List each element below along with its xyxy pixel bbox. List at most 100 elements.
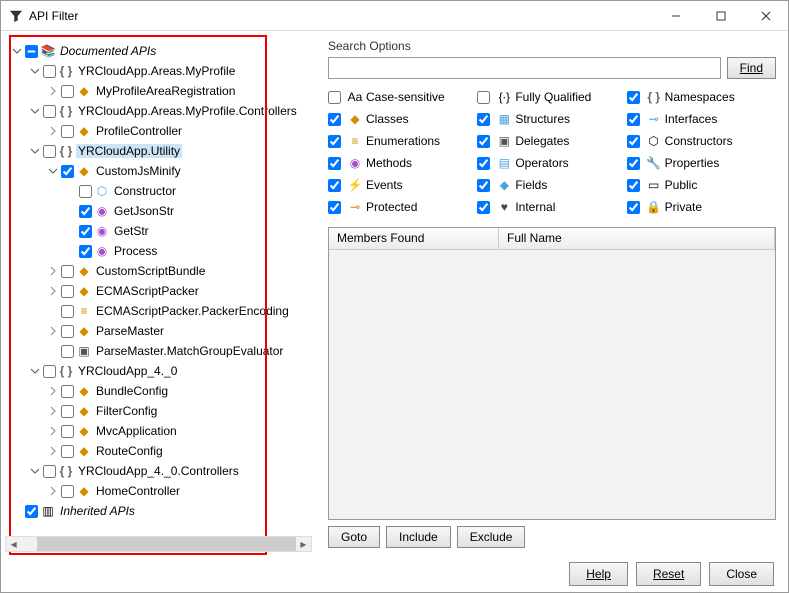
chevron-down-icon[interactable] bbox=[47, 165, 59, 177]
tree-row[interactable]: 📚Documented APIs bbox=[7, 41, 310, 61]
close-button[interactable] bbox=[743, 1, 788, 31]
chevron-down-icon[interactable] bbox=[29, 465, 41, 477]
tree-row[interactable]: ◆FilterConfig bbox=[7, 401, 310, 421]
find-button[interactable]: Find bbox=[727, 57, 776, 79]
scroll-left-icon[interactable]: ◂ bbox=[6, 537, 21, 551]
chevron-right-icon[interactable] bbox=[47, 85, 59, 97]
chevron-right-icon[interactable] bbox=[47, 125, 59, 137]
chevron-down-icon[interactable] bbox=[29, 365, 41, 377]
tree-row[interactable]: ◉GetStr bbox=[7, 221, 310, 241]
option-checkbox[interactable] bbox=[627, 113, 640, 126]
tree-checkbox[interactable] bbox=[61, 325, 74, 338]
option-checkbox[interactable] bbox=[477, 91, 490, 104]
tree-row[interactable]: ◆ParseMaster bbox=[7, 321, 310, 341]
tree-row[interactable]: ◆CustomJsMinify bbox=[7, 161, 310, 181]
tree-row[interactable]: ◆HomeController bbox=[7, 481, 310, 501]
option-checkbox[interactable] bbox=[627, 179, 640, 192]
option-checkbox[interactable] bbox=[627, 201, 640, 214]
option-checkbox[interactable] bbox=[328, 135, 341, 148]
tree-checkbox[interactable] bbox=[79, 185, 92, 198]
tree-checkbox[interactable] bbox=[61, 285, 74, 298]
chevron-down-icon[interactable] bbox=[29, 65, 41, 77]
tree-row[interactable]: ≡ECMAScriptPacker.PackerEncoding bbox=[7, 301, 310, 321]
chevron-down-icon[interactable] bbox=[29, 105, 41, 117]
reset-button[interactable]: Reset bbox=[636, 562, 701, 586]
column-members[interactable]: Members Found bbox=[329, 228, 499, 249]
tree-row[interactable]: ◆MvcApplication bbox=[7, 421, 310, 441]
chevron-right-icon[interactable] bbox=[47, 385, 59, 397]
tree-row[interactable]: ◆ECMAScriptPacker bbox=[7, 281, 310, 301]
tree-row[interactable]: ◆ProfileController bbox=[7, 121, 310, 141]
goto-button[interactable]: Goto bbox=[328, 526, 380, 548]
include-button[interactable]: Include bbox=[386, 526, 451, 548]
maximize-button[interactable] bbox=[698, 1, 743, 31]
chevron-right-icon[interactable] bbox=[47, 405, 59, 417]
tree-checkbox[interactable] bbox=[79, 245, 92, 258]
close-dialog-button[interactable]: Close bbox=[709, 562, 774, 586]
option-checkbox[interactable] bbox=[328, 179, 341, 192]
chevron-right-icon[interactable] bbox=[47, 425, 59, 437]
tree-row[interactable]: { }YRCloudApp.Areas.MyProfile bbox=[7, 61, 310, 81]
chevron-down-icon[interactable] bbox=[29, 145, 41, 157]
option-checkbox[interactable] bbox=[328, 201, 341, 214]
horizontal-scrollbar[interactable]: ◂ ▸ bbox=[5, 536, 312, 552]
tree-checkbox[interactable] bbox=[61, 305, 74, 318]
option-checkbox[interactable] bbox=[627, 157, 640, 170]
option-checkbox[interactable] bbox=[477, 179, 490, 192]
tree-checkbox[interactable] bbox=[43, 105, 56, 118]
tree-checkbox[interactable] bbox=[79, 225, 92, 238]
chevron-right-icon[interactable] bbox=[47, 265, 59, 277]
tree-row[interactable]: ◉Process bbox=[7, 241, 310, 261]
tree-checkbox[interactable] bbox=[61, 345, 74, 358]
tree-checkbox[interactable] bbox=[43, 65, 56, 78]
tree-row[interactable]: ◆CustomScriptBundle bbox=[7, 261, 310, 281]
tree-checkbox[interactable] bbox=[61, 385, 74, 398]
chevron-right-icon[interactable] bbox=[47, 485, 59, 497]
tree-checkbox[interactable] bbox=[79, 205, 92, 218]
tree-checkbox[interactable] bbox=[61, 425, 74, 438]
tree-row[interactable]: ▣ParseMaster.MatchGroupEvaluator bbox=[7, 341, 310, 361]
option-checkbox[interactable] bbox=[627, 135, 640, 148]
tree-row[interactable]: ◆BundleConfig bbox=[7, 381, 310, 401]
tree-row[interactable]: { }YRCloudApp.Utility bbox=[7, 141, 310, 161]
exclude-button[interactable]: Exclude bbox=[457, 526, 526, 548]
tree-row[interactable]: ◆RouteConfig bbox=[7, 441, 310, 461]
tree-checkbox[interactable] bbox=[25, 45, 38, 58]
option-checkbox[interactable] bbox=[328, 91, 341, 104]
api-tree[interactable]: 📚Documented APIs{ }YRCloudApp.Areas.MyPr… bbox=[5, 39, 312, 523]
tree-checkbox[interactable] bbox=[61, 125, 74, 138]
chevron-right-icon[interactable] bbox=[47, 445, 59, 457]
option-checkbox[interactable] bbox=[328, 113, 341, 126]
scroll-right-icon[interactable]: ▸ bbox=[296, 537, 311, 551]
option-checkbox[interactable] bbox=[477, 135, 490, 148]
chevron-down-icon[interactable] bbox=[11, 45, 23, 57]
search-input[interactable] bbox=[328, 57, 721, 79]
tree-checkbox[interactable] bbox=[61, 265, 74, 278]
tree-checkbox[interactable] bbox=[61, 85, 74, 98]
tree-checkbox[interactable] bbox=[61, 445, 74, 458]
tree-checkbox[interactable] bbox=[43, 365, 56, 378]
tree-checkbox[interactable] bbox=[61, 485, 74, 498]
tree-checkbox[interactable] bbox=[25, 505, 38, 518]
scroll-thumb[interactable] bbox=[37, 537, 295, 551]
help-button[interactable]: Help bbox=[569, 562, 628, 586]
tree-checkbox[interactable] bbox=[43, 145, 56, 158]
option-checkbox[interactable] bbox=[477, 113, 490, 126]
tree-row[interactable]: { }YRCloudApp_4._0 bbox=[7, 361, 310, 381]
tree-checkbox[interactable] bbox=[43, 465, 56, 478]
tree-row[interactable]: ⬡Constructor bbox=[7, 181, 310, 201]
tree-row[interactable]: ▥Inherited APIs bbox=[7, 501, 310, 521]
option-checkbox[interactable] bbox=[328, 157, 341, 170]
tree-checkbox[interactable] bbox=[61, 165, 74, 178]
tree-row[interactable]: ◉GetJsonStr bbox=[7, 201, 310, 221]
tree-row[interactable]: { }YRCloudApp_4._0.Controllers bbox=[7, 461, 310, 481]
tree-checkbox[interactable] bbox=[61, 405, 74, 418]
tree-row[interactable]: { }YRCloudApp.Areas.MyProfile.Controller… bbox=[7, 101, 310, 121]
column-fullname[interactable]: Full Name bbox=[499, 228, 775, 249]
minimize-button[interactable] bbox=[653, 1, 698, 31]
chevron-right-icon[interactable] bbox=[47, 285, 59, 297]
option-checkbox[interactable] bbox=[627, 91, 640, 104]
tree-row[interactable]: ◆MyProfileAreaRegistration bbox=[7, 81, 310, 101]
chevron-right-icon[interactable] bbox=[47, 325, 59, 337]
option-checkbox[interactable] bbox=[477, 157, 490, 170]
